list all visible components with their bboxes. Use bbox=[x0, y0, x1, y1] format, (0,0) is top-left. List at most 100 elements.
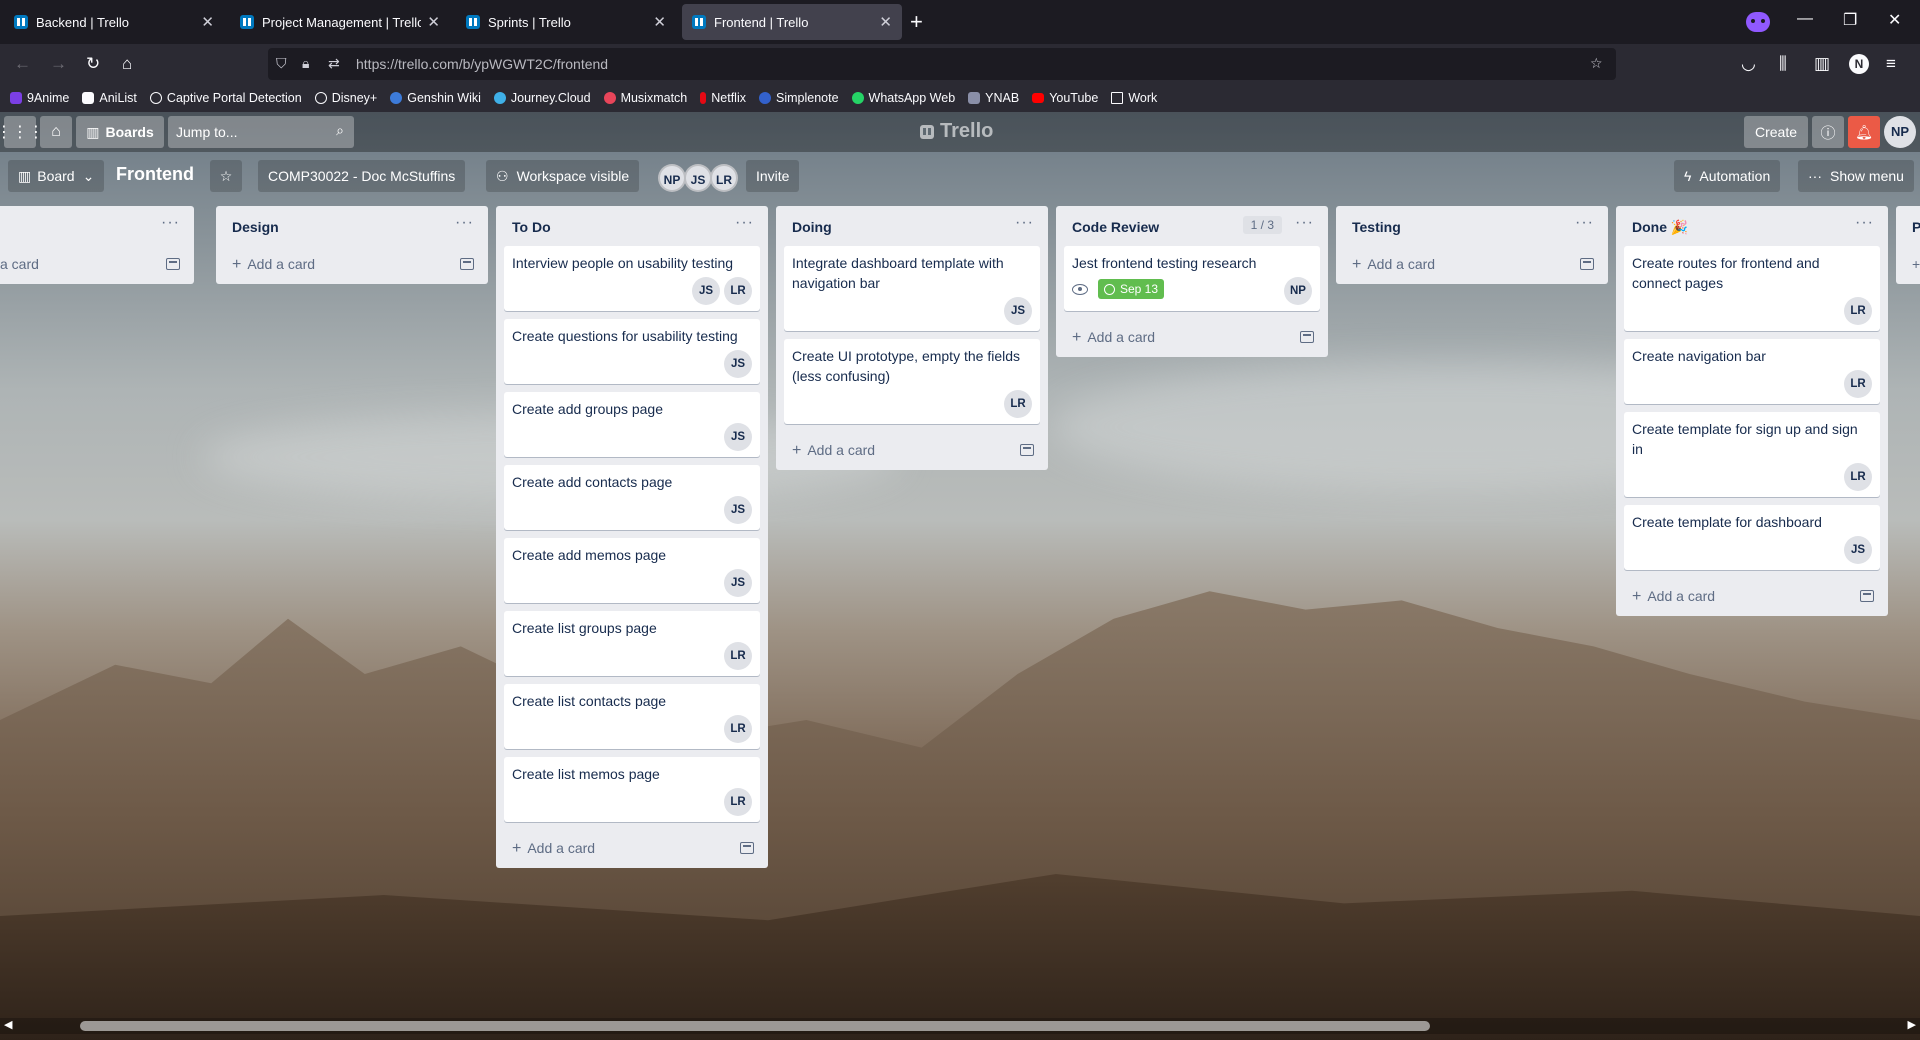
sidebar-icon[interactable]: ▥ bbox=[1814, 54, 1830, 74]
card[interactable]: Create add groups page JS bbox=[504, 392, 760, 457]
add-card-button[interactable]: + Add a card bbox=[1632, 588, 1715, 606]
bookmark-folder[interactable]: Work bbox=[1111, 91, 1157, 105]
add-card-button[interactable]: + Add a card bbox=[1072, 329, 1155, 347]
add-card-button[interactable]: + Add a card bbox=[232, 256, 315, 274]
card-member-avatar[interactable]: JS bbox=[1844, 536, 1872, 564]
notifications-button[interactable]: 🔔︎ bbox=[1848, 116, 1880, 148]
bookmark-item[interactable]: Captive Portal Detection bbox=[149, 91, 302, 105]
bookmark-item[interactable]: AniList bbox=[82, 91, 137, 105]
card-template-icon[interactable] bbox=[1020, 444, 1034, 456]
scroll-right-icon[interactable]: ▶ bbox=[1908, 1018, 1916, 1031]
library-icon[interactable]: ⫼ bbox=[1779, 54, 1787, 74]
pocket-icon[interactable]: ◡ bbox=[1741, 54, 1756, 74]
bookmark-item[interactable]: Disney+ bbox=[314, 91, 377, 105]
board-view-switcher[interactable]: ▥ Board ⌄ bbox=[8, 160, 105, 192]
close-tab-icon[interactable]: ✕ bbox=[427, 13, 440, 31]
add-card-button[interactable]: + bbox=[1912, 256, 1920, 272]
card[interactable]: Create list contacts page LR bbox=[504, 684, 760, 749]
boards-button[interactable]: ▥ Boards bbox=[76, 116, 164, 148]
close-tab-icon[interactable]: ✕ bbox=[879, 13, 892, 31]
list-menu-icon[interactable]: ··· bbox=[455, 214, 474, 232]
close-tab-icon[interactable]: ✕ bbox=[201, 13, 214, 31]
browser-tab[interactable]: Project Management | Trello ✕ bbox=[230, 4, 450, 40]
account-avatar[interactable]: N bbox=[1849, 54, 1869, 74]
visibility-button[interactable]: ⚇ Workspace visible bbox=[486, 160, 640, 192]
add-card-button[interactable]: + Add a card bbox=[1352, 256, 1435, 274]
bookmark-item[interactable]: Genshin Wiki bbox=[390, 91, 481, 105]
bookmark-item[interactable]: Musixmatch bbox=[603, 91, 687, 105]
bookmark-item[interactable]: 9Anime bbox=[10, 91, 69, 105]
automation-button[interactable]: ϟ Automation bbox=[1674, 160, 1781, 192]
card-member-avatar[interactable]: LR bbox=[1844, 463, 1872, 491]
card-member-avatar[interactable]: LR bbox=[724, 715, 752, 743]
card[interactable]: Create template for dashboard JS bbox=[1624, 505, 1880, 570]
permissions-icon[interactable]: ⇄ bbox=[328, 55, 340, 72]
card-member-avatar[interactable]: JS bbox=[692, 277, 720, 305]
bookmark-star-icon[interactable]: ☆ bbox=[1590, 55, 1603, 72]
star-board-button[interactable]: ☆ bbox=[210, 160, 242, 192]
home-icon[interactable]: ⌂ bbox=[122, 54, 132, 74]
board-horizontal-scrollbar[interactable]: ◀ ▶ bbox=[0, 1018, 1920, 1034]
app-switcher-button[interactable]: ⋮⋮⋮ bbox=[0, 116, 44, 148]
list-title[interactable]: To Do bbox=[512, 219, 551, 235]
bookmark-item[interactable]: WhatsApp Web bbox=[851, 91, 955, 105]
card-member-avatar[interactable]: LR bbox=[1844, 370, 1872, 398]
board-title[interactable]: Frontend bbox=[116, 164, 194, 185]
list-title[interactable]: Doing bbox=[792, 219, 832, 235]
card-member-avatar[interactable]: LR bbox=[724, 788, 752, 816]
card[interactable]: Create list memos page LR bbox=[504, 757, 760, 822]
scroll-left-icon[interactable]: ◀ bbox=[4, 1018, 12, 1031]
list-title[interactable]: Testing bbox=[1352, 219, 1401, 235]
card[interactable]: Create add contacts page JS bbox=[504, 465, 760, 530]
list-menu-icon[interactable]: ··· bbox=[1855, 214, 1874, 232]
create-button[interactable]: Create bbox=[1744, 116, 1808, 148]
home-button[interactable]: ⌂ bbox=[40, 116, 72, 148]
close-window-icon[interactable]: ✕ bbox=[1888, 10, 1901, 30]
browser-tab[interactable]: Sprints | Trello ✕ bbox=[456, 4, 676, 40]
show-menu-button[interactable]: ··· Show menu bbox=[1798, 160, 1914, 192]
list-title[interactable]: Design bbox=[232, 219, 279, 235]
close-tab-icon[interactable]: ✕ bbox=[653, 13, 666, 31]
card-member-avatar[interactable]: JS bbox=[724, 350, 752, 378]
card[interactable]: Create add memos page JS bbox=[504, 538, 760, 603]
card[interactable]: Create routes for frontend and connect p… bbox=[1624, 246, 1880, 331]
tracking-protection-icon[interactable]: ⛉ bbox=[276, 55, 287, 72]
add-card-button[interactable]: + Add a card bbox=[792, 442, 875, 460]
add-card-button[interactable]: a card bbox=[0, 256, 39, 272]
bookmark-item[interactable]: Journey.Cloud bbox=[493, 91, 591, 105]
card-member-avatar[interactable]: JS bbox=[724, 423, 752, 451]
browser-tab-active[interactable]: Frontend | Trello ✕ bbox=[682, 4, 902, 40]
card[interactable]: Create UI prototype, empty the fields (l… bbox=[784, 339, 1040, 424]
minimize-icon[interactable]: — bbox=[1797, 10, 1813, 28]
card-template-icon[interactable] bbox=[1300, 331, 1314, 343]
card-template-icon[interactable] bbox=[1580, 258, 1594, 270]
board-member-avatar[interactable]: JS bbox=[684, 164, 712, 192]
trello-logo[interactable]: Trello bbox=[920, 120, 993, 143]
list-title[interactable]: P bbox=[1912, 219, 1920, 235]
card[interactable]: Create template for sign up and sign in … bbox=[1624, 412, 1880, 497]
board-member-avatar[interactable]: NP bbox=[658, 164, 686, 192]
back-icon[interactable]: ← bbox=[14, 54, 31, 74]
lock-icon[interactable]: 🔒︎ bbox=[302, 55, 309, 72]
card-member-avatar[interactable]: NP bbox=[1284, 277, 1312, 305]
card-member-avatar[interactable]: JS bbox=[724, 569, 752, 597]
card-member-avatar[interactable]: LR bbox=[724, 642, 752, 670]
due-date-badge[interactable]: Sep 13 bbox=[1098, 279, 1165, 299]
forward-icon[interactable]: → bbox=[50, 54, 67, 74]
list-menu-icon[interactable]: ··· bbox=[1575, 214, 1594, 232]
card-template-icon[interactable] bbox=[166, 258, 180, 270]
workspace-button[interactable]: COMP30022 - Doc McStuffins bbox=[258, 160, 466, 192]
card[interactable]: Integrate dashboard template with naviga… bbox=[784, 246, 1040, 331]
browser-tab[interactable]: Backend | Trello ✕ bbox=[4, 4, 224, 40]
invite-button[interactable]: Invite bbox=[746, 160, 800, 192]
card[interactable]: Interview people on usability testing JS… bbox=[504, 246, 760, 311]
card[interactable]: Create list groups page LR bbox=[504, 611, 760, 676]
list-title[interactable]: Done 🎉 bbox=[1632, 219, 1688, 236]
card-template-icon[interactable] bbox=[740, 842, 754, 854]
user-avatar[interactable]: NP bbox=[1884, 116, 1916, 148]
bookmark-item[interactable]: Simplenote bbox=[758, 91, 839, 105]
bookmark-item[interactable]: Netflix bbox=[700, 91, 746, 105]
card-member-avatar[interactable]: LR bbox=[724, 277, 752, 305]
jump-to-search-input[interactable]: Jump to... ⌕ bbox=[168, 116, 354, 148]
new-tab-icon[interactable]: + bbox=[910, 9, 923, 35]
